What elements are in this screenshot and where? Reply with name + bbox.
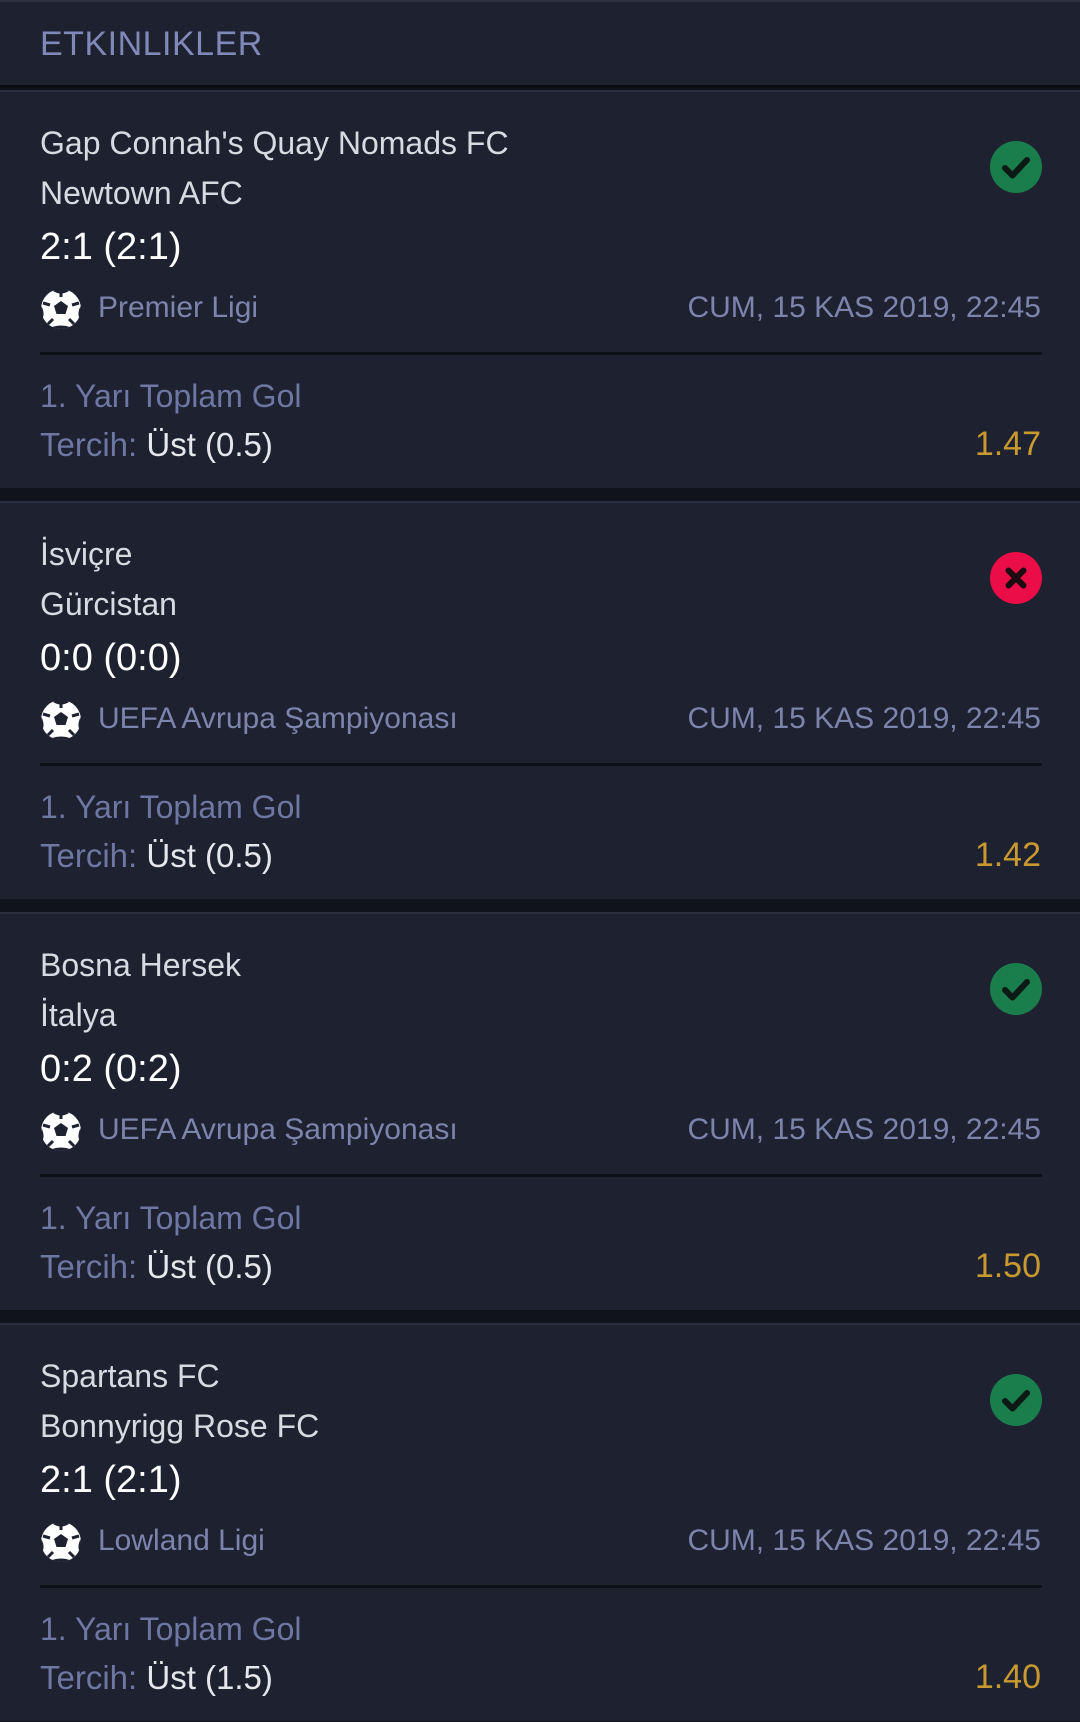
event-card[interactable]: Bosna Hersek İtalya 0:2 (0:2) UEFA Avrup… <box>0 912 1080 1310</box>
preference-line: Tercih: Üst (0.5) <box>40 1248 273 1286</box>
card-divider <box>40 1585 1042 1588</box>
match-score: 2:1 (2:1) <box>40 226 182 268</box>
away-team: Newtown AFC <box>40 175 243 211</box>
preference-label: Tercih: <box>40 426 138 463</box>
odds-value: 1.47 <box>974 425 1041 463</box>
preference-value: Üst (0.5) <box>146 837 273 874</box>
away-team: İtalya <box>40 997 117 1033</box>
preference-line: Tercih: Üst (0.5) <box>40 426 273 464</box>
market-name: 1. Yarı Toplam Gol <box>40 1611 302 1647</box>
check-circle-icon <box>990 963 1042 1015</box>
preference-label: Tercih: <box>40 1659 138 1696</box>
odds-value: 1.50 <box>974 1247 1041 1285</box>
match-score: 0:2 (0:2) <box>40 1048 182 1090</box>
match-score: 2:1 (2:1) <box>40 1459 182 1501</box>
preference-value: Üst (1.5) <box>146 1659 273 1696</box>
home-team: Bosna Hersek <box>40 947 241 983</box>
preference-value: Üst (0.5) <box>146 426 273 463</box>
football-icon <box>40 699 82 740</box>
odds-value: 1.40 <box>974 1658 1041 1696</box>
league-name: UEFA Avrupa Şampiyonası <box>98 702 458 735</box>
football-icon <box>40 1110 82 1151</box>
card-divider <box>40 352 1042 355</box>
event-datetime: CUM, 15 KAS 2019, 22:45 <box>687 1524 1041 1557</box>
preference-line: Tercih: Üst (1.5) <box>40 1659 273 1697</box>
event-datetime: CUM, 15 KAS 2019, 22:45 <box>687 1113 1041 1146</box>
away-team: Bonnyrigg Rose FC <box>40 1408 320 1444</box>
event-card[interactable]: Spartans FC Bonnyrigg Rose FC 2:1 (2:1) … <box>0 1323 1080 1721</box>
home-team: İsviçre <box>40 536 133 572</box>
home-team: Spartans FC <box>40 1358 220 1394</box>
check-circle-icon <box>990 1374 1042 1426</box>
match-score: 0:0 (0:0) <box>40 637 182 679</box>
football-icon <box>40 1521 82 1562</box>
odds-value: 1.42 <box>974 836 1041 874</box>
home-team: Gap Connah's Quay Nomads FC <box>40 125 509 161</box>
event-datetime: CUM, 15 KAS 2019, 22:45 <box>687 291 1041 324</box>
events-title: ETKINLIKLER <box>40 25 263 63</box>
check-circle-icon <box>990 141 1042 193</box>
market-name: 1. Yarı Toplam Gol <box>40 789 302 825</box>
preference-value: Üst (0.5) <box>146 1248 273 1285</box>
league-name: Lowland Ligi <box>98 1524 265 1557</box>
preference-label: Tercih: <box>40 1248 138 1285</box>
card-divider <box>40 763 1042 766</box>
card-divider <box>40 1174 1042 1177</box>
football-icon <box>40 288 82 329</box>
x-circle-icon <box>990 552 1042 604</box>
league-name: UEFA Avrupa Şampiyonası <box>98 1113 458 1146</box>
away-team: Gürcistan <box>40 586 177 622</box>
preference-line: Tercih: Üst (0.5) <box>40 837 273 875</box>
event-datetime: CUM, 15 KAS 2019, 22:45 <box>687 702 1041 735</box>
event-card[interactable]: İsviçre Gürcistan 0:0 (0:0) UEFA Avrupa … <box>0 501 1080 899</box>
league-name: Premier Ligi <box>98 291 259 324</box>
events-header: ETKINLIKLER <box>0 0 1080 88</box>
preference-label: Tercih: <box>40 837 138 874</box>
market-name: 1. Yarı Toplam Gol <box>40 1200 302 1236</box>
market-name: 1. Yarı Toplam Gol <box>40 378 302 414</box>
event-card[interactable]: Gap Connah's Quay Nomads FC Newtown AFC … <box>0 90 1080 488</box>
